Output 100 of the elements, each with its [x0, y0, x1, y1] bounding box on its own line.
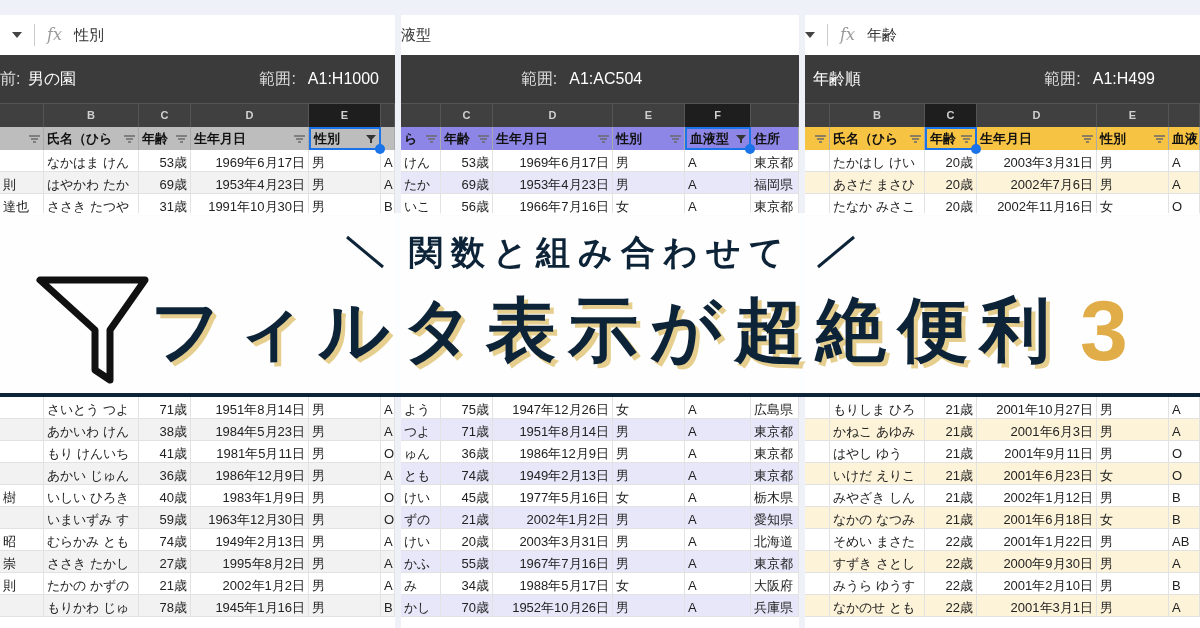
column-letter[interactable]: B — [87, 107, 95, 124]
table-cell: 1953年4月23日 — [519, 177, 609, 192]
table-cell: 男 — [312, 424, 325, 439]
formula-value[interactable]: 年齢 — [866, 23, 897, 47]
table-cell: ささき たつや — [47, 199, 129, 214]
table-cell: 1949年2月13日 — [215, 534, 305, 549]
table-cell: あかいわ けん — [47, 424, 129, 439]
table-cell: B — [384, 199, 393, 214]
table-cell: O — [1172, 446, 1183, 461]
table-cell: 2002年7月6日 — [1010, 177, 1093, 192]
table-cell: 59歳 — [159, 512, 187, 527]
range-value[interactable]: A1:H1000 — [307, 67, 379, 91]
table-cell: 36歳 — [461, 446, 489, 461]
table-cell: 栃木県 — [754, 490, 793, 505]
table-cell: 55歳 — [461, 556, 489, 571]
name-label: 前: — [0, 69, 21, 89]
filter-icon[interactable] — [736, 133, 746, 144]
table-cell: 男 — [616, 155, 629, 170]
table-cell: 2001年6月18日 — [1003, 512, 1093, 527]
table-cell: 男 — [312, 556, 325, 571]
table-cell: たかはし けい — [833, 155, 915, 170]
header-label: 年齢 — [444, 129, 470, 148]
table-cell: 1966年7月16日 — [519, 199, 609, 214]
table-cell: B — [384, 600, 393, 615]
table-cell: かふ — [404, 556, 430, 571]
table-cell: 男 — [1100, 578, 1113, 593]
table-cell: B — [1172, 578, 1181, 593]
table-cell: A — [688, 556, 697, 571]
filter-icon[interactable] — [366, 133, 376, 144]
table-cell: つよ — [404, 424, 430, 439]
table-cell: はやし ゆう — [833, 446, 902, 461]
column-letter[interactable]: D — [548, 107, 557, 124]
table-cell: ずの — [404, 512, 430, 527]
column-letter[interactable]: D — [245, 107, 254, 124]
table-cell: 1949年2月13日 — [519, 468, 609, 483]
table-cell: 東京都 — [754, 199, 793, 214]
table-cell: なかの なつみ — [833, 512, 915, 527]
table-cell: 2000年9月30日 — [1003, 556, 1093, 571]
table-cell: 36歳 — [159, 468, 187, 483]
column-letter[interactable]: C — [462, 107, 471, 124]
table-cell: 女 — [1100, 199, 1113, 214]
table-cell: 1969年6月17日 — [519, 155, 609, 170]
table-cell: たか — [404, 177, 430, 192]
table-cell: 69歳 — [159, 177, 187, 192]
table-cell: 1951年8月14日 — [519, 424, 609, 439]
table-cell: A — [384, 424, 393, 439]
column-letter[interactable]: E — [340, 107, 349, 124]
table-cell: みうら ゆうす — [833, 578, 915, 593]
table-cell: A — [688, 199, 697, 214]
column-letter[interactable]: D — [1032, 107, 1041, 124]
column-letter[interactable]: B — [873, 107, 881, 124]
table-cell: 1947年12月26日 — [512, 402, 609, 417]
table-cell: もりしま ひろ — [833, 402, 915, 417]
column-letter[interactable]: E — [644, 107, 653, 124]
table-cell: 男 — [616, 556, 629, 571]
table-cell: 愛知県 — [754, 512, 793, 527]
table-cell: み — [404, 578, 417, 593]
caret-icon[interactable] — [805, 32, 815, 38]
range-label: 範囲: — [1044, 69, 1081, 89]
formula-value[interactable]: 性別 — [73, 23, 104, 47]
table-cell: 女 — [616, 199, 629, 214]
table-cell: 21歳 — [945, 446, 973, 461]
table-cell: A — [1172, 556, 1181, 571]
table-cell: そめい まさた — [833, 534, 915, 549]
table-cell: 男 — [312, 578, 325, 593]
caret-icon[interactable] — [12, 32, 22, 38]
range-value[interactable]: A1:AC504 — [569, 67, 643, 91]
column-letter[interactable]: F — [714, 107, 721, 124]
table-cell: けん — [404, 155, 430, 170]
range-value[interactable]: A1:H499 — [1092, 67, 1155, 91]
header-label: ら — [404, 129, 417, 148]
header-label: 年齢 — [142, 129, 168, 148]
table-cell: 男 — [1100, 490, 1113, 505]
table-cell: けい — [404, 534, 430, 549]
range-label: 範囲: — [259, 69, 296, 89]
table-cell: 74歳 — [461, 468, 489, 483]
table-cell: O — [384, 490, 395, 505]
filter-view-name[interactable]: 年齢順 — [813, 67, 861, 91]
table-cell: もり けんいち — [47, 446, 129, 461]
table-cell: 女 — [616, 402, 629, 417]
column-letter[interactable]: E — [1128, 107, 1137, 124]
formula-value[interactable]: 液型 — [401, 23, 431, 47]
table-cell: 北海道 — [754, 534, 793, 549]
header-label: 血液型 — [690, 129, 729, 148]
table-cell: 21歳 — [945, 424, 973, 439]
table-cell: O — [384, 446, 395, 461]
table-cell: 東京都 — [754, 155, 793, 170]
table-cell: 男 — [312, 155, 325, 170]
table-cell: 75歳 — [461, 402, 489, 417]
selection-handle[interactable] — [745, 144, 755, 154]
table-cell: 昭 — [3, 534, 16, 549]
column-letter[interactable]: C — [946, 107, 955, 124]
table-cell: 53歳 — [159, 155, 187, 170]
column-letter[interactable]: C — [160, 107, 169, 124]
filter-view-name[interactable]: 男の園 — [28, 67, 77, 91]
selection-handle[interactable] — [375, 144, 385, 154]
table-cell: 東京都 — [754, 424, 793, 439]
table-cell: 男 — [1100, 177, 1113, 192]
selection-handle[interactable] — [971, 144, 981, 154]
table-cell: すずき さとし — [833, 556, 915, 571]
